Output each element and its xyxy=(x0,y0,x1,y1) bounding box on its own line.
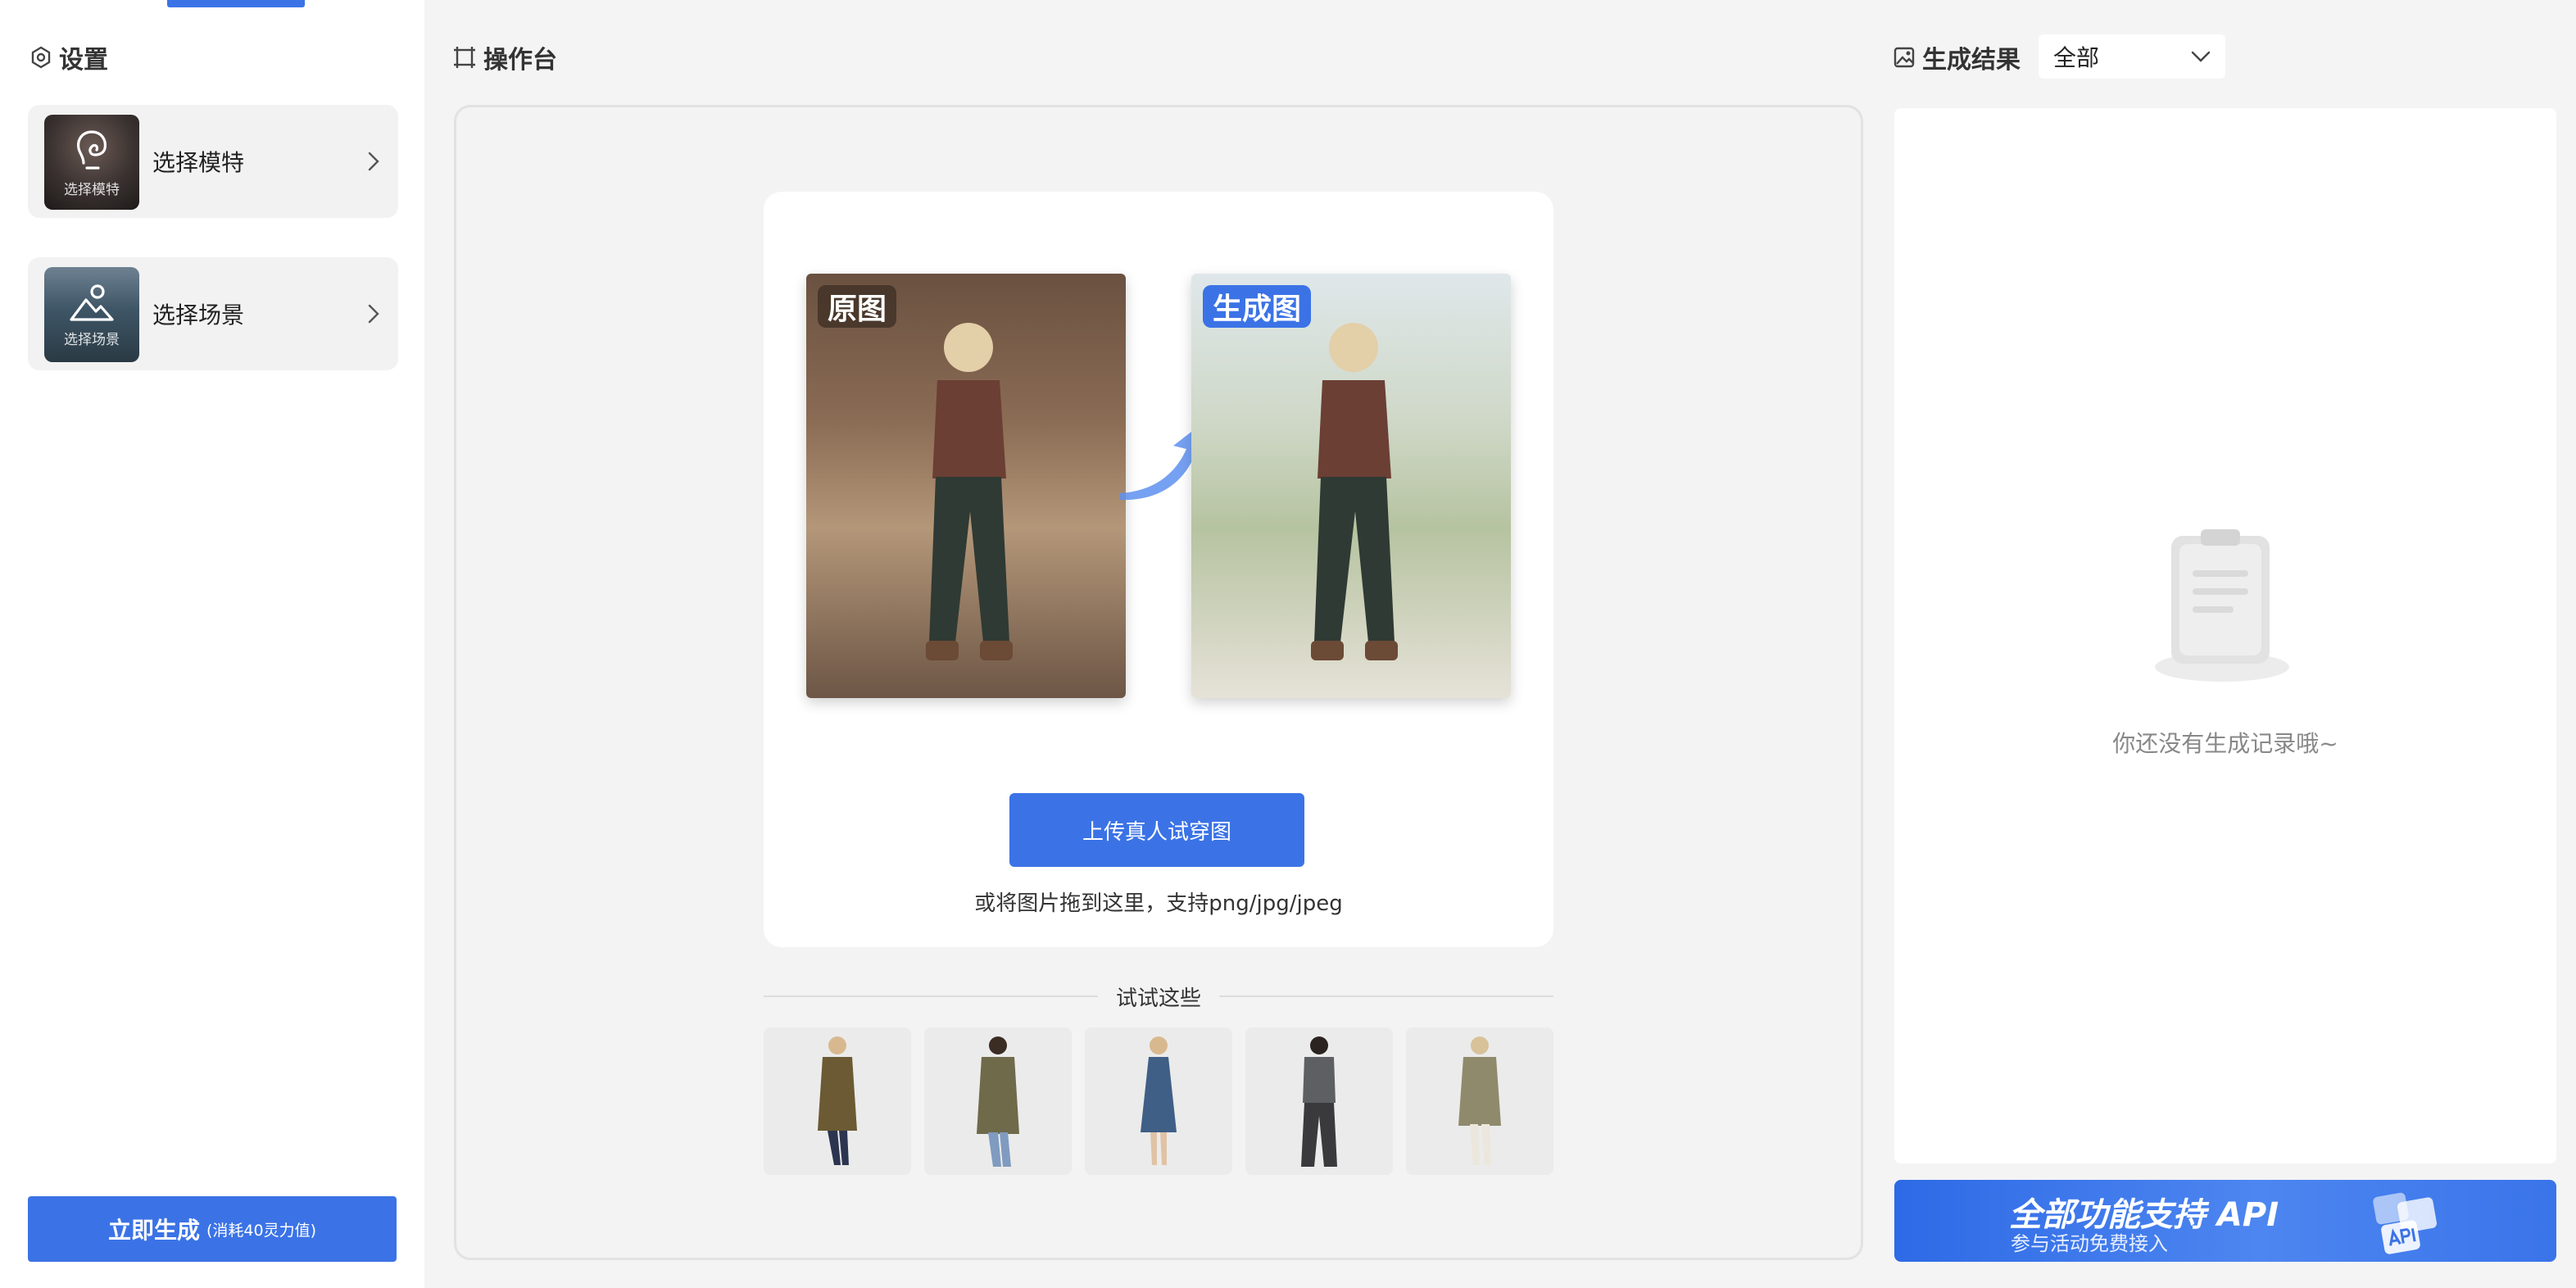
results-title-text: 生成结果 xyxy=(1922,46,2020,75)
upload-hint: 或将图片拖到这里，支持png/jpg/jpeg xyxy=(974,891,1343,916)
try-these-divider: 试试这些 xyxy=(764,980,1554,1013)
model-thumb-caption: 选择模特 xyxy=(64,181,120,198)
model-figure-icon xyxy=(1311,323,1398,660)
sample-image-khaki-coat[interactable] xyxy=(1406,1027,1553,1175)
settings-panel: 设置 选择模特 选择模特 选择场景 选择场景 立即生成 (消耗40灵力值) xyxy=(0,0,424,1288)
image-gallery-icon xyxy=(1893,47,1915,68)
sample-image-grey-blazer[interactable] xyxy=(1245,1027,1393,1175)
workspace-title: 操作台 xyxy=(452,39,557,75)
try-these-label: 试试这些 xyxy=(1116,986,1202,1011)
sample-image-brown-coat[interactable] xyxy=(764,1027,911,1175)
empty-state-text: 你还没有生成记录哦~ xyxy=(2112,730,2338,757)
scene-thumb-caption: 选择场景 xyxy=(64,331,120,348)
api-cube-icon xyxy=(2373,1192,2438,1254)
results-area: 你还没有生成记录哦~ xyxy=(1894,108,2556,1163)
select-model-card[interactable]: 选择模特 选择模特 xyxy=(28,105,398,218)
sample-figure-icon xyxy=(818,1036,857,1165)
settings-icon xyxy=(31,46,51,69)
select-scene-card[interactable]: 选择场景 选择场景 xyxy=(28,257,398,370)
filter-selected-value: 全部 xyxy=(2053,44,2100,71)
sample-figure-icon xyxy=(1458,1036,1501,1165)
sample-image-trench-coat[interactable] xyxy=(924,1027,1072,1175)
divider-line xyxy=(1219,995,1554,997)
mountain-scene-icon xyxy=(70,283,114,321)
sample-figure-icon xyxy=(1301,1036,1337,1167)
sample-image-floral-dress[interactable] xyxy=(1085,1027,1232,1175)
active-tab-indicator xyxy=(167,0,305,7)
results-filter-select[interactable]: 全部 xyxy=(2039,34,2225,79)
results-title: 生成结果 xyxy=(1893,39,2020,75)
upload-dropzone[interactable]: 原图 生成图 上传真人试穿图 或将图片拖到这里，支持png/jpg/jpeg xyxy=(764,192,1553,947)
scene-thumbnail: 选择场景 xyxy=(44,267,139,362)
sample-figure-icon xyxy=(977,1036,1019,1167)
select-scene-label: 选择场景 xyxy=(152,302,245,329)
chevron-down-icon xyxy=(2191,51,2211,62)
generate-now-button[interactable]: 立即生成 (消耗40灵力值) xyxy=(28,1196,397,1262)
api-banner-subtitle: 参与活动免费接入 xyxy=(2011,1232,2168,1255)
settings-title-text: 设置 xyxy=(59,46,108,75)
chevron-right-icon xyxy=(368,304,379,324)
face-sketch-icon xyxy=(77,129,107,170)
original-tag: 原图 xyxy=(818,285,897,328)
generate-cost-note: (消耗40灵力值) xyxy=(206,1221,317,1240)
select-model-label: 选择模特 xyxy=(152,149,245,176)
model-thumbnail: 选择模特 xyxy=(44,115,139,210)
api-promo-banner[interactable]: 全部功能支持 API 参与活动免费接入 xyxy=(1894,1180,2556,1262)
upload-try-on-button[interactable]: 上传真人试穿图 xyxy=(1009,793,1304,867)
model-figure-icon xyxy=(926,323,1013,660)
sample-figure-icon xyxy=(1141,1036,1177,1165)
divider-line xyxy=(764,995,1098,997)
chevron-right-icon xyxy=(368,152,379,171)
settings-title: 设置 xyxy=(29,39,108,75)
crop-frame-icon xyxy=(454,47,475,68)
generated-tag: 生成图 xyxy=(1203,285,1312,328)
empty-clipboard-icon xyxy=(2155,529,2289,682)
original-example-image: 原图 xyxy=(806,274,1126,698)
generate-button-label: 立即生成 xyxy=(107,1217,200,1244)
workspace-title-text: 操作台 xyxy=(483,46,557,75)
generated-example-image: 生成图 xyxy=(1191,274,1511,698)
